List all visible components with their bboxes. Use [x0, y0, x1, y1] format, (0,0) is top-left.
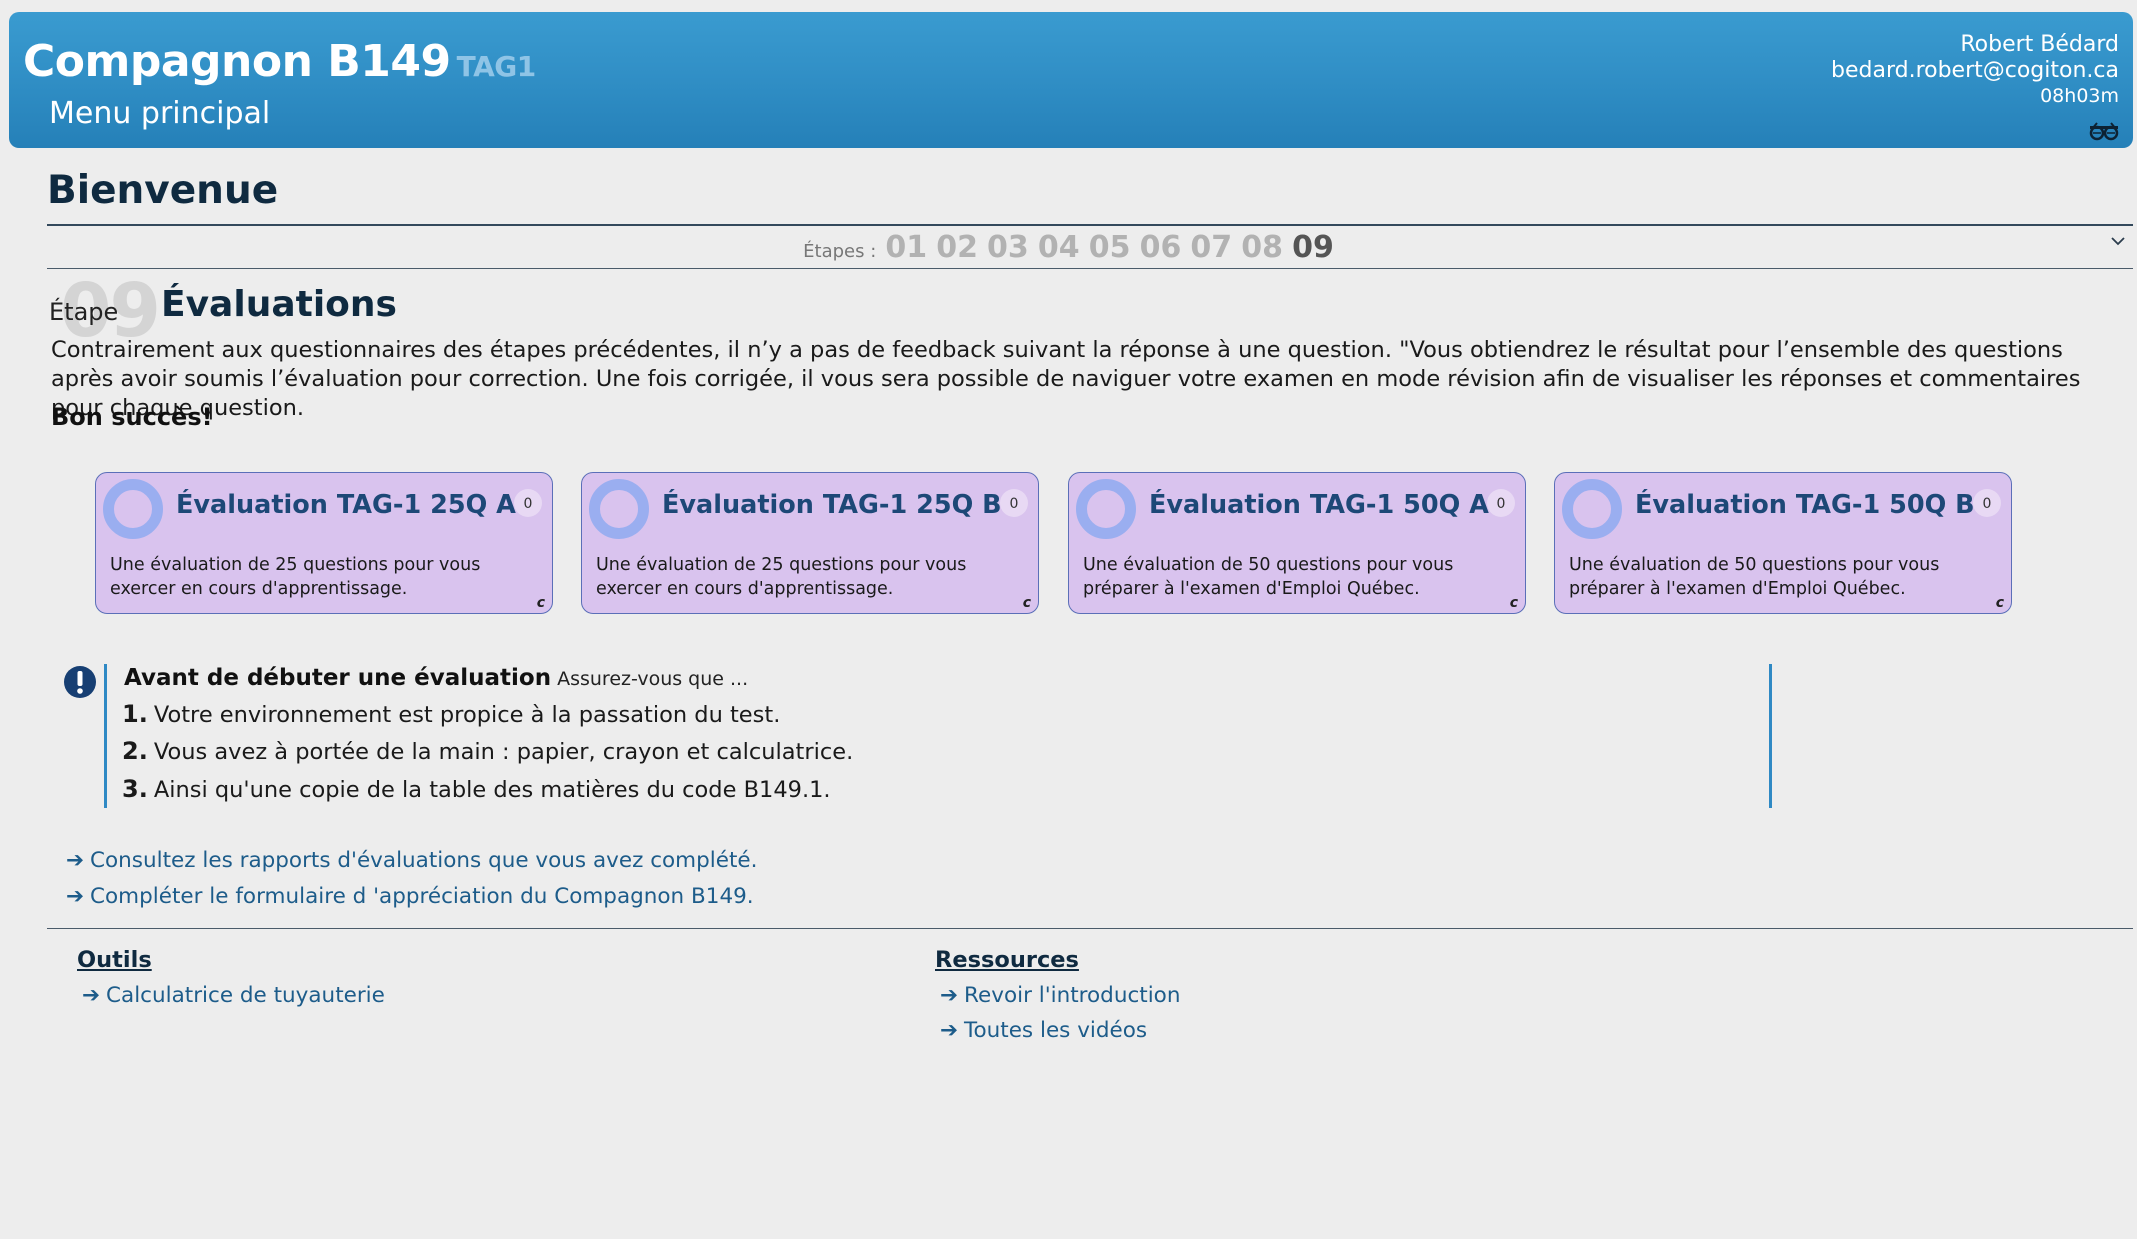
item-number: 1.	[122, 700, 148, 728]
user-email: bedard.robert@cogiton.ca	[1831, 58, 2119, 83]
evaluation-card[interactable]: Évaluation TAG-1 25Q A 0 Une évaluation …	[95, 472, 553, 614]
glasses-icon[interactable]	[2089, 120, 2119, 142]
card-title: Évaluation TAG-1 50Q B	[1635, 490, 1975, 520]
card-count-badge: 0	[1487, 489, 1515, 517]
item-number: 3.	[122, 775, 148, 803]
videos-link-text: Toutes les vidéos	[964, 1018, 1148, 1043]
stage-label: Étape	[49, 298, 119, 326]
page-subtitle: Menu principal	[49, 96, 271, 131]
notice-border-left	[104, 664, 107, 808]
card-description: Une évaluation de 25 questions pour vous…	[596, 555, 967, 599]
progress-ring-icon	[103, 479, 163, 539]
intro-link[interactable]: ➔ Revoir l'introduction	[940, 983, 1180, 1008]
arrow-right-icon: ➔	[66, 884, 85, 909]
user-name: Robert Bédard	[1960, 32, 2119, 57]
progress-ring-icon	[1076, 479, 1136, 539]
card-corner-mark: c	[1995, 595, 2004, 611]
page-title: Bienvenue	[47, 168, 279, 213]
evaluation-card[interactable]: Évaluation TAG-1 25Q B 0 Une évaluation …	[581, 472, 1039, 614]
resources-heading: Ressources	[935, 947, 1079, 973]
divider	[47, 224, 2133, 226]
app-header: Compagnon B149 TAG1 Menu principal Robert…	[9, 12, 2133, 148]
card-count-badge: 0	[1973, 489, 2001, 517]
videos-link[interactable]: ➔ Toutes les vidéos	[940, 1018, 1147, 1043]
card-count-badge: 0	[514, 489, 542, 517]
arrow-right-icon: ➔	[940, 983, 959, 1008]
item-text: Vous avez à portée de la main : papier, …	[153, 739, 854, 765]
notice-title: Avant de débuter une évaluation Assurez-v…	[124, 665, 748, 691]
arrow-right-icon: ➔	[66, 848, 85, 873]
intro-link-text: Revoir l'introduction	[964, 983, 1181, 1008]
chevron-down-icon[interactable]	[2109, 232, 2127, 250]
step-09[interactable]: 09	[1292, 230, 1334, 265]
pipe-calculator-text: Calculatrice de tuyauterie	[106, 983, 385, 1008]
session-time: 08h03m	[2040, 85, 2119, 107]
evaluation-card[interactable]: Évaluation TAG-1 50Q B 0 Une évaluation …	[1554, 472, 2012, 614]
notice-list-item: 1. Votre environnement est propice à la p…	[122, 700, 780, 728]
divider	[47, 268, 2133, 269]
arrow-right-icon: ➔	[940, 1018, 959, 1043]
app-title-text: Compagnon B149	[23, 36, 451, 87]
stage-description: Contrairement aux questionnaires des éta…	[51, 337, 2081, 421]
card-corner-mark: c	[1509, 595, 1518, 611]
card-corner-mark: c	[536, 595, 545, 611]
item-text: Votre environnement est propice à la pas…	[153, 702, 781, 728]
exclamation-icon	[64, 666, 96, 698]
step-02[interactable]: 02	[936, 230, 978, 265]
good-luck-text: Bon succès!	[51, 403, 213, 431]
item-text: Ainsi qu'une copie de la table des matiè…	[153, 777, 831, 803]
stage-title: Évaluations	[161, 284, 397, 325]
item-number: 2.	[122, 737, 148, 765]
app-tag: TAG1	[456, 50, 537, 83]
user-info: Robert Bédard bedard.robert@cogiton.ca 0…	[1831, 32, 2119, 108]
notice-subheading: Assurez-vous que ...	[557, 668, 749, 690]
notice-border-right	[1769, 664, 1772, 808]
reports-link-text: Consultez les rapports d'évaluations que…	[90, 848, 758, 873]
step-04[interactable]: 04	[1038, 230, 1080, 265]
reports-link[interactable]: ➔ Consultez les rapports d'évaluations qu…	[66, 848, 757, 873]
card-title: Évaluation TAG-1 25Q A	[176, 490, 516, 520]
notice-list-item: 3. Ainsi qu'une copie de la table des mat…	[122, 775, 831, 803]
step-01[interactable]: 01	[885, 230, 927, 265]
progress-ring-icon	[1562, 479, 1622, 539]
steps-label: Étapes :	[803, 241, 877, 262]
evaluation-card[interactable]: Évaluation TAG-1 50Q A 0 Une évaluation …	[1068, 472, 1526, 614]
card-description: Une évaluation de 50 questions pour vous…	[1569, 555, 1940, 599]
card-corner-mark: c	[1022, 595, 1031, 611]
feedback-form-link[interactable]: ➔ Compléter le formulaire d 'appréciation…	[66, 884, 754, 909]
arrow-right-icon: ➔	[82, 983, 101, 1008]
card-title: Évaluation TAG-1 50Q A	[1149, 490, 1489, 520]
notice-heading: Avant de débuter une évaluation	[124, 665, 552, 691]
tools-heading: Outils	[77, 947, 152, 973]
step-05[interactable]: 05	[1089, 230, 1131, 265]
card-title: Évaluation TAG-1 25Q B	[662, 490, 1002, 520]
step-navigation: Étapes : 01 02 03 04 05 06 07 08 09	[0, 230, 2137, 265]
step-03[interactable]: 03	[987, 230, 1029, 265]
step-07[interactable]: 07	[1190, 230, 1232, 265]
card-description: Une évaluation de 25 questions pour vous…	[110, 555, 481, 599]
card-description: Une évaluation de 50 questions pour vous…	[1083, 555, 1454, 599]
notice-list-item: 2. Vous avez à portée de la main : papier…	[122, 737, 853, 765]
step-06[interactable]: 06	[1140, 230, 1182, 265]
card-count-badge: 0	[1000, 489, 1028, 517]
pipe-calculator-link[interactable]: ➔ Calculatrice de tuyauterie	[82, 983, 385, 1008]
divider	[47, 928, 2133, 929]
progress-ring-icon	[589, 479, 649, 539]
app-title: Compagnon B149 TAG1	[23, 36, 536, 87]
feedback-link-text: Compléter le formulaire d 'appréciation …	[90, 884, 754, 909]
step-08[interactable]: 08	[1241, 230, 1283, 265]
